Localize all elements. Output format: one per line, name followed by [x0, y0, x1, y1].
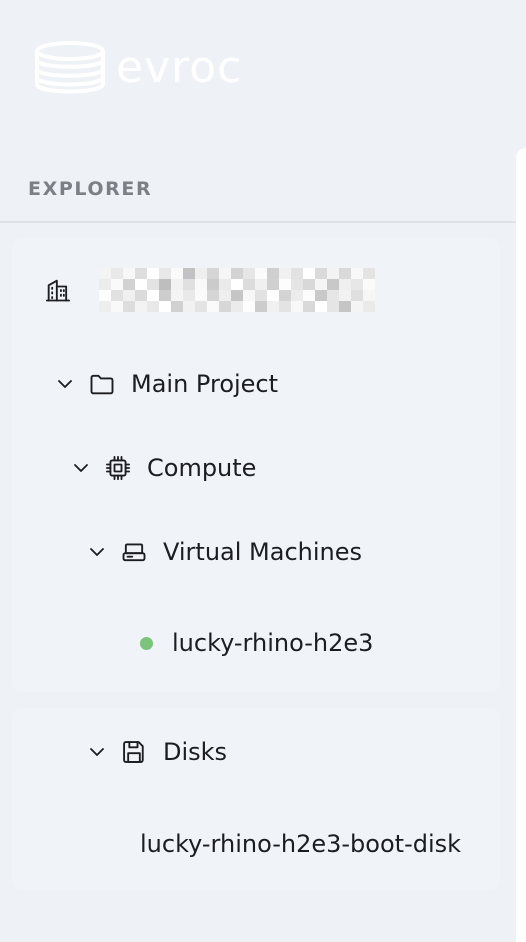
tree-item-virtual-machines[interactable]: Virtual Machines: [88, 532, 362, 572]
tree-organization[interactable]: [44, 268, 381, 312]
tree-item-disk-lucky-rhino-h2e3-boot-disk[interactable]: lucky-rhino-h2e3-boot-disk: [140, 824, 461, 864]
tree-item-label: lucky-rhino-h2e3: [172, 629, 374, 657]
server-icon: [120, 538, 148, 566]
evroc-logo[interactable]: evroc: [34, 40, 242, 96]
tree-item-label: Disks: [163, 738, 228, 766]
tree-item-vm-lucky-rhino-h2e3[interactable]: lucky-rhino-h2e3: [140, 623, 373, 663]
tree-item-disks[interactable]: Disks: [88, 732, 227, 772]
header-divider: [0, 221, 516, 223]
brand-name: evroc: [116, 42, 243, 93]
tree-item-label: lucky-rhino-h2e3-boot-disk: [140, 830, 462, 858]
database-stack-icon: [34, 40, 106, 96]
save-disk-icon: [120, 738, 148, 766]
chevron-down-icon[interactable]: [88, 543, 106, 561]
tree-item-label: Compute: [147, 454, 257, 482]
tree-item-main-project[interactable]: Main Project: [56, 364, 278, 404]
tree-item-label: Virtual Machines: [163, 538, 363, 566]
chevron-down-icon[interactable]: [56, 375, 74, 393]
organization-name-redacted: [99, 268, 381, 312]
tree-item-compute[interactable]: Compute: [72, 448, 256, 488]
status-dot-running: [140, 636, 153, 650]
tree-item-label: Main Project: [131, 370, 279, 398]
cpu-chip-icon: [104, 454, 132, 482]
folder-icon: [88, 370, 116, 398]
chevron-down-icon[interactable]: [88, 743, 106, 761]
explorer-title: EXPLORER: [28, 178, 153, 200]
chevron-down-icon[interactable]: [72, 459, 90, 477]
building-icon: [44, 276, 72, 304]
main-panel-edge: [516, 148, 526, 942]
